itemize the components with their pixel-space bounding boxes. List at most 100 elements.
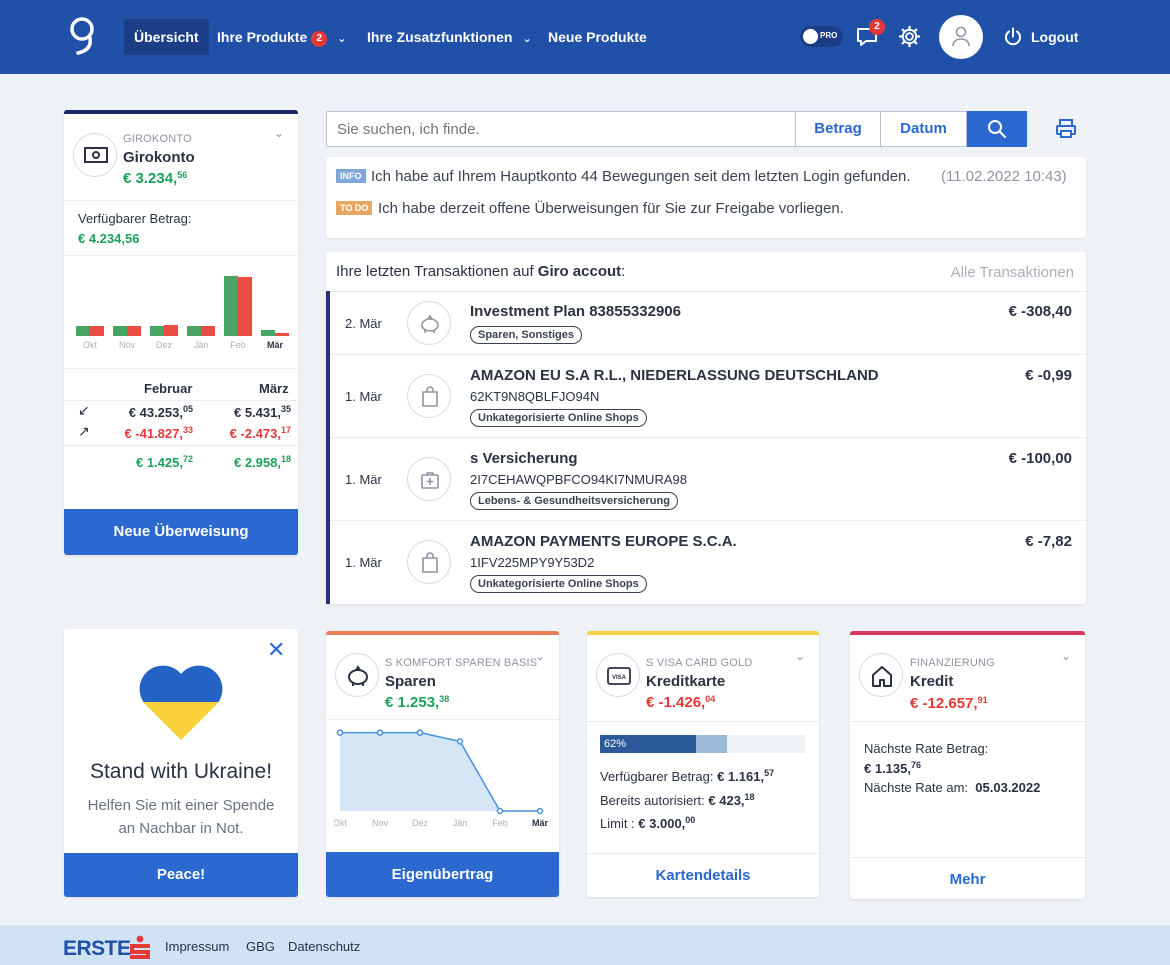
transaction-amount: € -100,00 xyxy=(1008,450,1072,467)
account-name: Sparen xyxy=(385,673,436,690)
peace-button[interactable]: Peace! xyxy=(64,853,298,897)
transaction-reference: 1IFV225MPY9Y53D2 xyxy=(470,555,595,570)
card-details-link[interactable]: Kartendetails xyxy=(587,854,819,897)
chart-month-label: Okt xyxy=(334,818,347,828)
medical-kit-icon xyxy=(421,472,439,489)
out-mar-main: € -2.473, xyxy=(229,426,281,441)
account-icon-circle: VISA xyxy=(596,653,640,697)
chart-month-label: Dez xyxy=(412,818,429,828)
nav-your-products[interactable]: Ihre Produkte 2 ⌄ xyxy=(207,19,356,55)
chart-month-label: Jän xyxy=(193,340,209,350)
authorized-label: Bereits autorisiert: xyxy=(600,793,705,808)
savings-point xyxy=(496,807,504,815)
credit-usage-bar: 62% xyxy=(600,735,805,753)
transaction-title: AMAZON PAYMENTS EUROPE S.C.A. xyxy=(470,533,737,550)
piggy-bank-icon xyxy=(421,314,439,333)
rate-main: € 1.135, xyxy=(864,761,911,776)
loan-card: FINANZIERUNG ⌄ Kredit € -12.657,91 Nächs… xyxy=(850,631,1085,899)
limit-cents: 00 xyxy=(685,815,696,825)
balance-cents: 56 xyxy=(177,170,188,180)
chevron-down-icon[interactable]: ⌄ xyxy=(795,649,805,663)
user-icon xyxy=(952,26,970,47)
account-caption: S VISA CARD GOLD xyxy=(646,657,753,669)
logout-label: Logout xyxy=(1031,29,1079,45)
chevron-down-icon[interactable]: ⌄ xyxy=(535,649,545,663)
arrow-out-icon: ↗ xyxy=(78,423,90,439)
new-transfer-button[interactable]: Neue Überweisung xyxy=(64,509,298,555)
todo-message[interactable]: Ich habe derzeit offene Überweisungen fü… xyxy=(378,200,844,217)
gear-icon[interactable] xyxy=(898,25,921,48)
chart-month-label: Feb xyxy=(230,340,246,350)
bar-incoming xyxy=(150,326,164,336)
bar-outgoing xyxy=(201,326,215,336)
account-icon-circle xyxy=(73,133,117,177)
transaction-row[interactable]: 2. Mär Investment Plan 83855332906 Spare… xyxy=(330,292,1086,355)
avatar[interactable] xyxy=(939,15,983,59)
own-transfer-button[interactable]: Eigenübertrag xyxy=(326,852,559,897)
in-mar-main: € 5.431, xyxy=(233,405,281,420)
logo-icon[interactable] xyxy=(68,16,96,56)
out-feb-main: € -41.827, xyxy=(124,426,183,441)
balance-cents: 38 xyxy=(439,694,450,704)
transaction-title: Investment Plan 83855332906 xyxy=(470,303,681,320)
chevron-down-icon: ⌄ xyxy=(337,33,347,45)
sum-feb-main: € 1.425, xyxy=(135,455,183,470)
account-name: Kreditkarte xyxy=(646,673,726,690)
account-icon-circle xyxy=(859,653,903,697)
bar-incoming xyxy=(261,330,275,336)
available-value: € 1.161, xyxy=(717,769,765,784)
account-balance: € 3.234,56 xyxy=(123,170,187,187)
chevron-down-icon[interactable]: ⌄ xyxy=(274,126,284,140)
category-tag[interactable]: Lebens- & Gesundheitsversicherung xyxy=(470,492,678,510)
transaction-row[interactable]: 1. Mär s Versicherung 2I7CEHAWQPBFCO94KI… xyxy=(330,439,1086,521)
sum-mar-main: € 2.958, xyxy=(233,455,281,470)
footer-link-imprint[interactable]: Impressum xyxy=(165,939,229,954)
chevron-down-icon[interactable]: ⌄ xyxy=(1061,649,1071,663)
ukraine-text-line2: an Nachbar in Not. xyxy=(118,820,244,837)
nav-additional-functions[interactable]: Ihre Zusatzfunktionen ⌄ xyxy=(357,19,542,55)
authorized-cents: 18 xyxy=(744,792,755,802)
more-link[interactable]: Mehr xyxy=(850,858,1085,901)
in-feb: € 43.253,05 xyxy=(120,404,193,420)
footer-link-privacy[interactable]: Datenschutz xyxy=(288,939,360,954)
transaction-row[interactable]: 1. Mär AMAZON EU S.A R.L., NIEDERLASSUNG… xyxy=(330,356,1086,438)
nav-overview[interactable]: Übersicht xyxy=(124,19,209,55)
print-icon[interactable] xyxy=(1055,118,1077,140)
date-value: 05.03.2022 xyxy=(975,780,1041,795)
transaction-date: 1. Mär xyxy=(345,389,382,404)
category-tag[interactable]: Sparen, Sonstiges xyxy=(470,326,582,344)
bar-outgoing xyxy=(164,325,178,336)
svg-text:VISA: VISA xyxy=(612,675,627,681)
pro-toggle[interactable]: PRO xyxy=(800,26,843,47)
close-icon[interactable]: ✕ xyxy=(267,637,285,663)
divider xyxy=(64,445,298,446)
category-tag[interactable]: Unkategorisierte Online Shops xyxy=(470,409,647,427)
category-tag[interactable]: Unkategorisierte Online Shops xyxy=(470,575,647,593)
todo-tag: TO DO xyxy=(336,201,373,215)
ukraine-text-line1: Helfen Sie mit einer Spende xyxy=(87,797,275,814)
all-transactions-link[interactable]: Alle Transaktionen xyxy=(951,264,1074,281)
ukraine-title: Stand with Ukraine! xyxy=(89,760,273,783)
filter-date-button[interactable]: Datum xyxy=(881,112,967,146)
arrow-in-icon: ↙ xyxy=(78,402,90,418)
nav-additional-functions-label: Ihre Zusatzfunktionen xyxy=(367,29,513,45)
chart-month-label: Nov xyxy=(372,818,389,828)
savings-point xyxy=(416,729,424,736)
transaction-date: 1. Mär xyxy=(345,555,382,570)
search-button[interactable] xyxy=(967,111,1027,147)
nav-new-products[interactable]: Neue Produkte xyxy=(538,19,657,55)
savings-card: S KOMFORT SPAREN BASIS ⌄ Sparen € 1.253,… xyxy=(326,631,559,897)
savings-point xyxy=(376,729,384,736)
search-input[interactable] xyxy=(327,112,795,146)
filter-amount-button[interactable]: Betrag xyxy=(795,112,881,146)
available-label: Verfügbarer Betrag: xyxy=(600,769,714,784)
balance-cents: 04 xyxy=(705,694,716,704)
footer-link-gbg[interactable]: GBG xyxy=(246,939,275,954)
piggy-bank-icon xyxy=(348,665,368,686)
bar-outgoing xyxy=(238,277,252,336)
footer: ERSTE Impressum GBG Datenschutz xyxy=(0,925,1170,965)
bar-incoming xyxy=(187,326,201,336)
chart-month-label: Feb xyxy=(492,818,508,828)
divider xyxy=(64,400,298,401)
transaction-row[interactable]: 1. Mär AMAZON PAYMENTS EUROPE S.C.A. 1IF… xyxy=(330,522,1086,604)
